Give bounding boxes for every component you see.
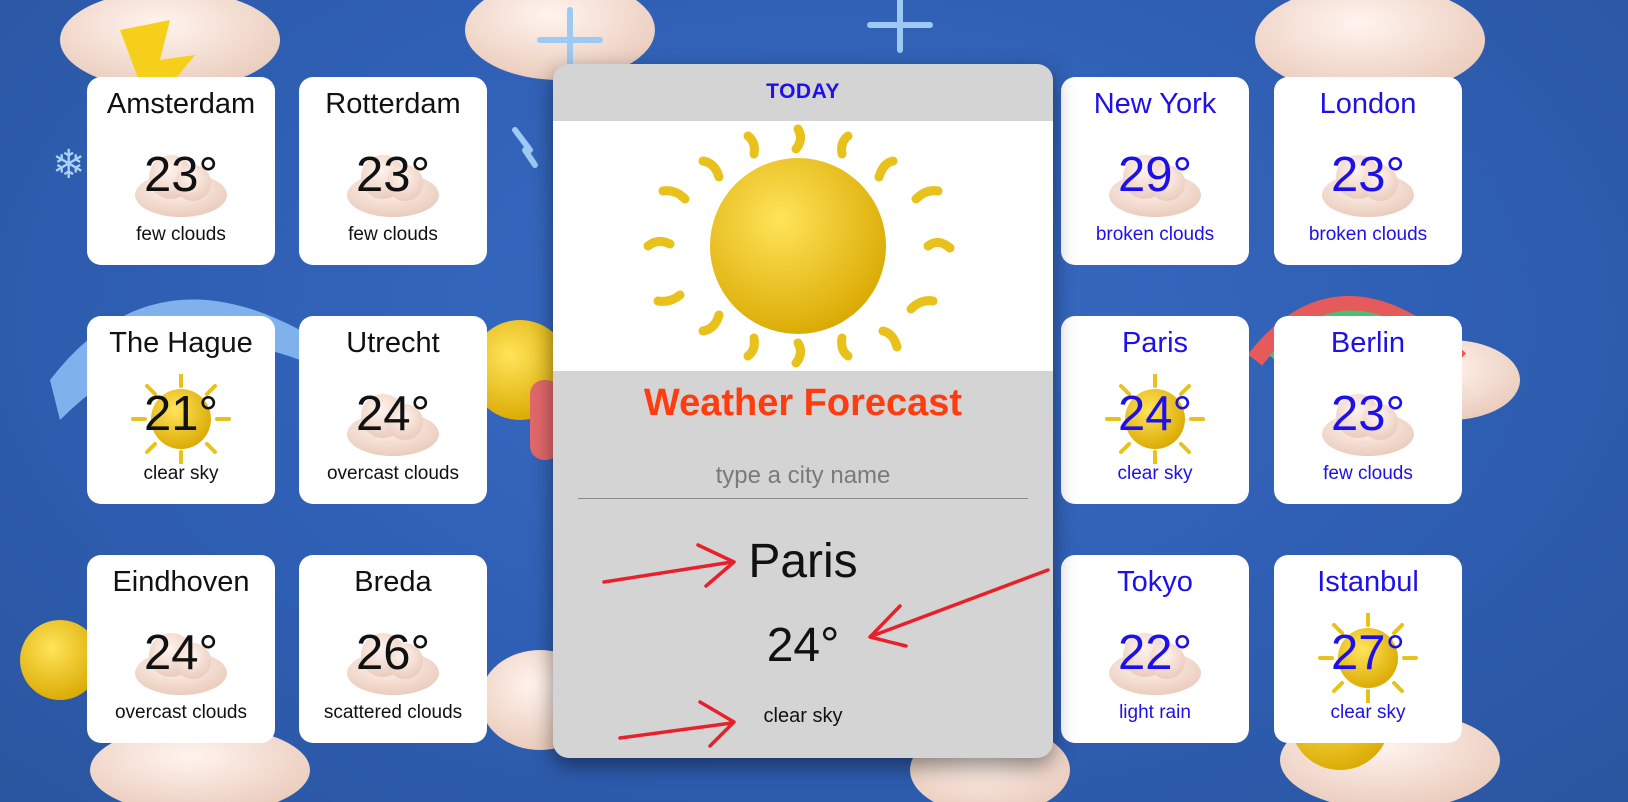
city-temp: 23° bbox=[1330, 148, 1406, 202]
city-desc: few clouds bbox=[1323, 463, 1413, 484]
city-name: Istanbul bbox=[1317, 566, 1419, 598]
svg-text:❄: ❄ bbox=[52, 142, 86, 188]
city-desc: clear sky bbox=[1117, 463, 1193, 484]
city-temp: 23° bbox=[1330, 387, 1406, 441]
forecast-panel: TODAY Weather Forecast Paris 24° clear s… bbox=[553, 64, 1053, 758]
city-desc: broken clouds bbox=[1095, 224, 1215, 245]
city-temp: 27° bbox=[1330, 626, 1406, 680]
tab-today[interactable]: TODAY bbox=[553, 80, 1053, 104]
city-desc: overcast clouds bbox=[326, 463, 459, 484]
city-name: Berlin bbox=[1330, 327, 1406, 359]
city-desc: clear sky bbox=[1330, 702, 1406, 723]
city-name: Tokyo bbox=[1117, 566, 1193, 598]
city-temp: 22° bbox=[1117, 626, 1193, 680]
hero-image bbox=[553, 121, 1053, 371]
city-card-eindhoven[interactable]: Eindhoven 24° overcast clouds bbox=[87, 555, 275, 743]
city-card-tokyo[interactable]: Tokyo 22° light rain bbox=[1061, 555, 1249, 743]
selected-desc: clear sky bbox=[763, 705, 843, 727]
city-desc: light rain bbox=[1119, 702, 1191, 723]
city-desc: overcast clouds bbox=[114, 702, 247, 723]
city-name: Paris bbox=[1121, 327, 1189, 359]
city-name: The Hague bbox=[109, 327, 253, 359]
city-desc: broken clouds bbox=[1308, 224, 1428, 245]
city-desc: scattered clouds bbox=[323, 702, 463, 723]
city-temp: 24° bbox=[355, 387, 431, 441]
selected-city: Paris bbox=[748, 535, 858, 588]
city-card-utrecht[interactable]: Utrecht 24° overcast clouds bbox=[299, 316, 487, 504]
city-card-istanbul[interactable]: Istanbul 27° clear sky bbox=[1274, 555, 1462, 743]
city-desc: clear sky bbox=[143, 463, 219, 484]
app-title: Weather Forecast bbox=[643, 382, 963, 424]
city-search-input[interactable] bbox=[578, 454, 1028, 499]
city-name: New York bbox=[1093, 88, 1217, 120]
city-card-berlin[interactable]: Berlin 23° few clouds bbox=[1274, 316, 1462, 504]
selected-temp: 24° bbox=[766, 619, 840, 672]
city-desc: few clouds bbox=[136, 224, 226, 245]
city-temp: 26° bbox=[355, 626, 431, 680]
city-name: Eindhoven bbox=[112, 566, 250, 598]
city-card-breda[interactable]: Breda 26° scattered clouds bbox=[299, 555, 487, 743]
city-card-new-york[interactable]: New York 29° broken clouds bbox=[1061, 77, 1249, 265]
city-temp: 24° bbox=[143, 626, 219, 680]
city-card-amsterdam[interactable]: Amsterdam 23° few clouds bbox=[87, 77, 275, 265]
city-card-paris[interactable]: Paris 24° clear sky bbox=[1061, 316, 1249, 504]
city-temp: 21° bbox=[143, 387, 219, 441]
sun-icon bbox=[643, 124, 955, 368]
city-temp: 29° bbox=[1117, 148, 1193, 202]
city-desc: few clouds bbox=[348, 224, 438, 245]
city-name: London bbox=[1319, 88, 1417, 120]
city-temp: 23° bbox=[143, 148, 219, 202]
city-card-london[interactable]: London 23° broken clouds bbox=[1274, 77, 1462, 265]
city-temp: 23° bbox=[355, 148, 431, 202]
city-name: Amsterdam bbox=[106, 88, 256, 120]
city-name: Rotterdam bbox=[325, 88, 461, 120]
city-name: Breda bbox=[354, 566, 432, 598]
city-temp: 24° bbox=[1117, 387, 1193, 441]
city-card-the-hague[interactable]: The Hague 21° clear sky bbox=[87, 316, 275, 504]
city-card-rotterdam[interactable]: Rotterdam 23° few clouds bbox=[299, 77, 487, 265]
city-name: Utrecht bbox=[346, 327, 440, 359]
